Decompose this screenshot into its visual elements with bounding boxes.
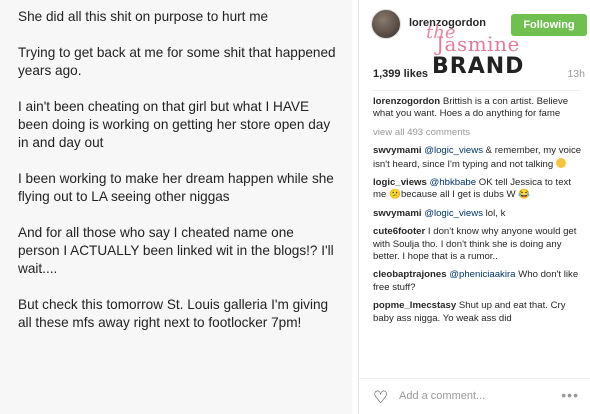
- notes-screenshot: She did all this shit on purpose to hurt…: [0, 0, 352, 414]
- divider: [371, 90, 581, 91]
- following-button[interactable]: Following: [511, 14, 587, 36]
- note-paragraph: And for all those who say I cheated name…: [18, 225, 334, 276]
- comment-user[interactable]: cute6footer: [373, 226, 425, 237]
- list-item: cleobaptrajones @pheniciaakira Who don't…: [373, 269, 585, 294]
- note-paragraph: Trying to get back at me for some shit t…: [18, 45, 336, 78]
- emoji-icon: [555, 157, 566, 168]
- comment-user[interactable]: lorenzogordon: [373, 96, 440, 107]
- list-item: swvymami @logic_views & remember, my voi…: [373, 145, 585, 171]
- add-comment-input[interactable]: Add a comment...: [399, 390, 485, 402]
- caption: lorenzogordon Brittish is a con artist. …: [373, 96, 585, 121]
- note-paragraph: I ain't been cheating on that girl but w…: [18, 99, 331, 150]
- follow-button-label: Following: [523, 19, 575, 31]
- comment-mention[interactable]: @pheniciaakira: [449, 269, 515, 280]
- note-paragraph: She did all this shit on purpose to hurt…: [18, 9, 269, 24]
- more-options-icon[interactable]: •••: [561, 387, 579, 403]
- likes-count[interactable]: 1,399 likes: [373, 68, 428, 80]
- note-paragraph: I been working to make her dream happen …: [18, 171, 334, 204]
- post-time: 13h: [567, 68, 585, 80]
- list-item: popme_lmecstasy Shut up and eat that. Cr…: [373, 300, 585, 325]
- comment-mention[interactable]: @logic_views: [424, 145, 483, 156]
- comments-list: lorenzogordon Brittish is a con artist. …: [373, 96, 585, 331]
- note-paragraph: But check this tomorrow St. Louis galler…: [18, 297, 329, 330]
- comment-user[interactable]: popme_lmecstasy: [373, 300, 456, 311]
- list-item: swvymami @logic_views lol, k: [373, 208, 585, 220]
- comment-user[interactable]: cleobaptrajones: [373, 269, 447, 280]
- comment-mention[interactable]: @logic_views: [424, 208, 483, 219]
- comment-user[interactable]: swvymami: [373, 208, 422, 219]
- list-item: logic_views @hbkbabe OK tell Jessica to …: [373, 177, 585, 202]
- watermark-jasmine: Jasmine: [436, 32, 520, 56]
- comment-bar: ♡ Add a comment... •••: [359, 378, 590, 414]
- comment-mention[interactable]: @hbkbabe: [430, 177, 477, 188]
- comment-text: lol, k: [485, 207, 506, 219]
- comment-user[interactable]: logic_views: [373, 177, 427, 188]
- heart-icon[interactable]: ♡: [373, 388, 388, 408]
- list-item: cute6footer I don't know why anyone woul…: [373, 226, 585, 263]
- view-all-comments[interactable]: view all 493 comments: [373, 127, 585, 139]
- watermark-brand: BRAND: [432, 54, 525, 79]
- avatar[interactable]: [371, 9, 401, 39]
- comment-user[interactable]: swvymami: [373, 145, 422, 156]
